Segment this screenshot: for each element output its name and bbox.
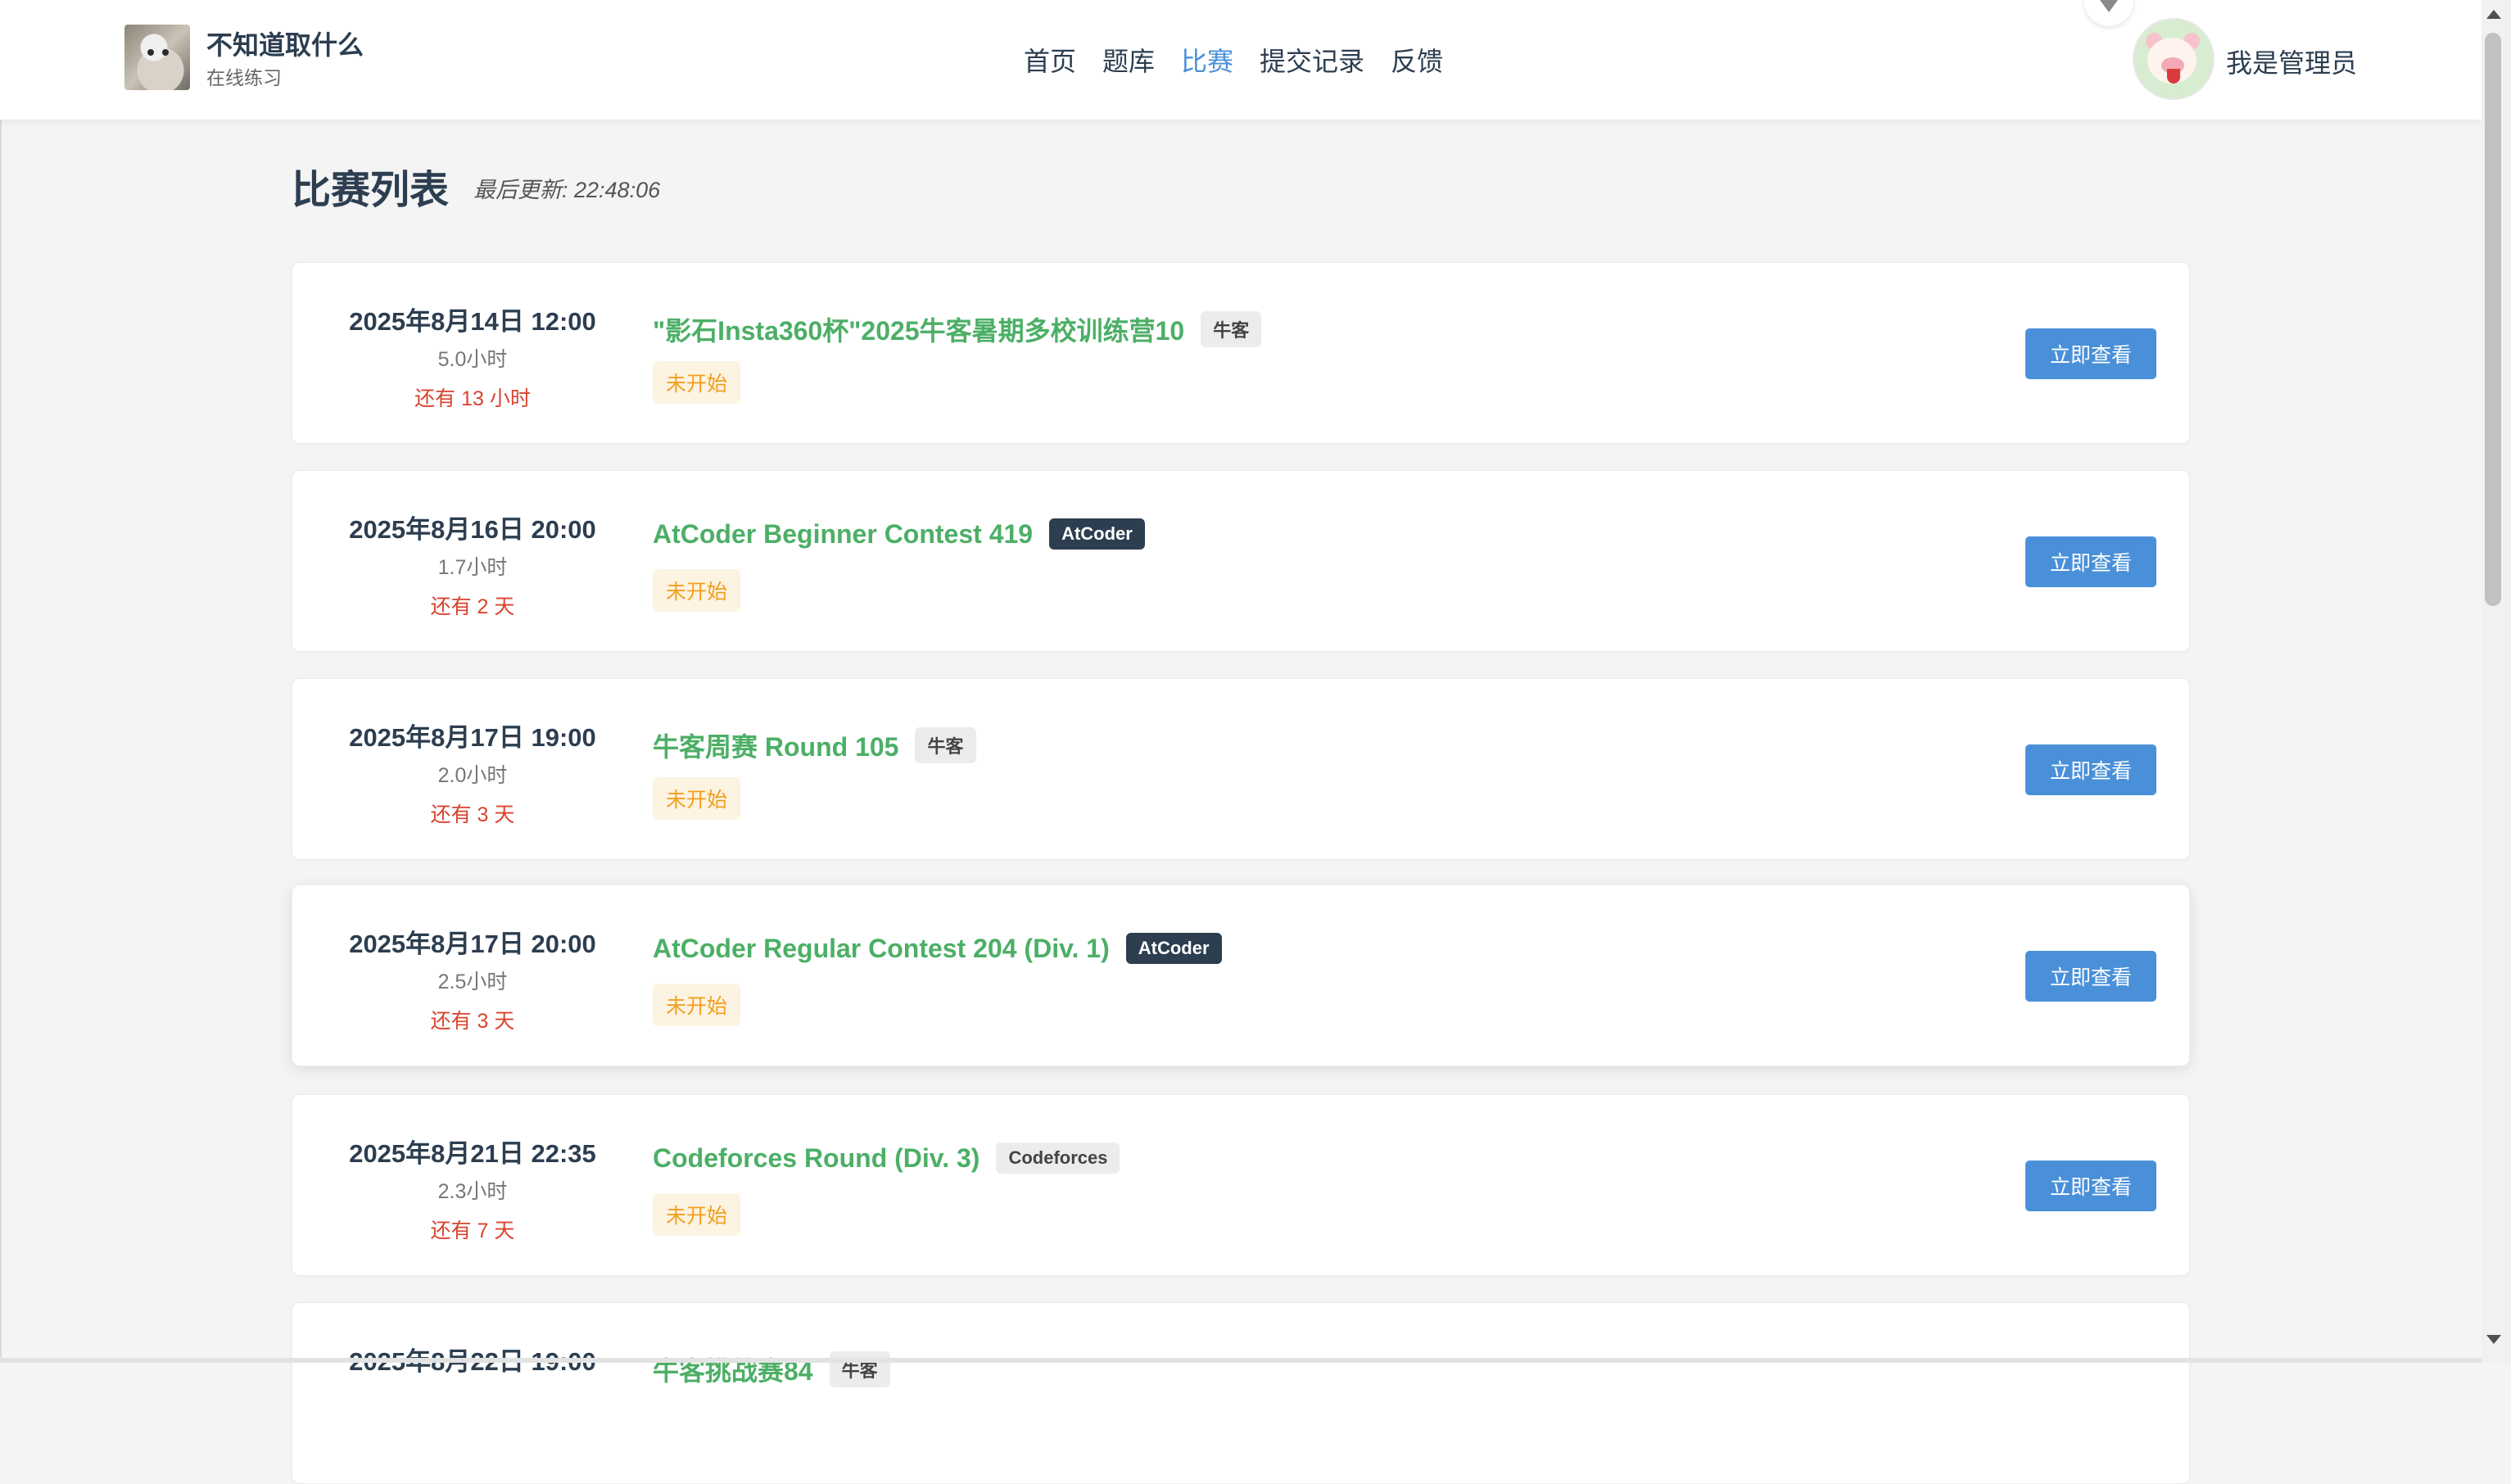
contest-title-row: 牛客周赛 Round 105 牛客 bbox=[653, 726, 976, 764]
user-avatar[interactable] bbox=[2133, 18, 2215, 100]
status-badge: 未开始 bbox=[653, 361, 741, 404]
view-contest-button[interactable]: 立即查看 bbox=[2025, 951, 2156, 1002]
site-logo[interactable] bbox=[124, 25, 190, 90]
contest-time: 2025年8月16日 20:00 1.7小时 还有 2 天 bbox=[292, 471, 653, 651]
contest-countdown: 还有 7 天 bbox=[430, 1219, 515, 1242]
platform-badge: 牛客 bbox=[915, 727, 976, 763]
platform-badge: AtCoder bbox=[1049, 518, 1145, 550]
platform-badge: AtCoder bbox=[1125, 933, 1222, 964]
avatar-tongue bbox=[2167, 69, 2180, 84]
contest-countdown: 还有 3 天 bbox=[430, 1010, 515, 1033]
contest-duration: 5.0小时 bbox=[437, 348, 508, 371]
contest-title-row: AtCoder Beginner Contest 419 AtCoder bbox=[653, 518, 1145, 550]
contest-countdown: 还有 3 天 bbox=[430, 803, 515, 826]
contest-title[interactable]: 牛客挑战赛84 bbox=[653, 1351, 813, 1388]
dropdown-toggle[interactable] bbox=[2084, 0, 2133, 26]
site-subtitle: 在线练习 bbox=[206, 67, 282, 88]
page-title: 比赛列表 bbox=[292, 169, 450, 212]
user-name[interactable]: 我是管理员 bbox=[2226, 43, 2357, 80]
status-badge: 未开始 bbox=[653, 1193, 741, 1236]
contest-title[interactable]: Codeforces Round (Div. 3) bbox=[653, 1143, 980, 1174]
logo-eye bbox=[147, 49, 154, 56]
contest-duration: 2.3小时 bbox=[437, 1180, 508, 1203]
contest-card: 2025年8月16日 20:00 1.7小时 还有 2 天 AtCoder Be… bbox=[292, 470, 2190, 652]
window-bottom-edge bbox=[0, 1358, 2482, 1363]
scroll-down-arrow-icon[interactable] bbox=[2486, 1335, 2501, 1344]
contest-date: 2025年8月17日 19:00 bbox=[349, 723, 596, 752]
view-contest-button[interactable]: 立即查看 bbox=[2025, 328, 2156, 379]
view-contest-button[interactable]: 立即查看 bbox=[2025, 1161, 2156, 1211]
nav-submissions[interactable]: 提交记录 bbox=[1260, 41, 1364, 79]
nav-feedback[interactable]: 反馈 bbox=[1391, 41, 1443, 79]
logo-eye bbox=[162, 49, 169, 56]
status-badge: 未开始 bbox=[653, 777, 741, 820]
status-badge: 未开始 bbox=[653, 984, 741, 1026]
contest-title-row: Codeforces Round (Div. 3) Codeforces bbox=[653, 1142, 1120, 1174]
view-contest-button[interactable]: 立即查看 bbox=[2025, 536, 2156, 587]
contest-title-row: 牛客挑战赛84 牛客 bbox=[653, 1351, 890, 1388]
contest-time: 2025年8月17日 19:00 2.0小时 还有 3 天 bbox=[292, 679, 653, 859]
contest-card: 2025年8月14日 12:00 5.0小时 还有 13 小时 "影石Insta… bbox=[292, 262, 2190, 444]
contest-title[interactable]: AtCoder Regular Contest 204 (Div. 1) bbox=[653, 934, 1110, 964]
contest-duration: 2.0小时 bbox=[437, 764, 508, 787]
chevron-down-icon bbox=[2100, 0, 2118, 12]
contest-card: 2025年8月17日 19:00 2.0小时 还有 3 天 牛客周赛 Round… bbox=[292, 678, 2190, 860]
contest-card: 2025年8月17日 20:00 2.5小时 还有 3 天 AtCoder Re… bbox=[292, 885, 2190, 1066]
contest-countdown: 还有 13 小时 bbox=[414, 387, 531, 410]
contest-duration: 1.7小时 bbox=[437, 556, 508, 579]
platform-badge: 牛客 bbox=[1201, 311, 1262, 347]
status-badge: 未开始 bbox=[653, 569, 741, 612]
contest-time: 2025年8月22日 19:00 bbox=[292, 1303, 653, 1483]
contest-card: 2025年8月22日 19:00 牛客挑战赛84 牛客 bbox=[292, 1302, 2190, 1484]
contest-date: 2025年8月14日 12:00 bbox=[349, 307, 596, 336]
contest-time: 2025年8月21日 22:35 2.3小时 还有 7 天 bbox=[292, 1095, 653, 1275]
last-updated: 最后更新: 22:48:06 bbox=[473, 178, 661, 202]
contest-title-row: "影石Insta360杯"2025牛客暑期多校训练营10 牛客 bbox=[653, 310, 1262, 348]
nav-contests[interactable]: 比赛 bbox=[1181, 41, 1233, 79]
top-navbar: 不知道取什么 在线练习 首页 题库 比赛 提交记录 反馈 我是管理员 bbox=[0, 0, 2482, 120]
nav-problems[interactable]: 题库 bbox=[1102, 41, 1155, 79]
contest-date: 2025年8月17日 20:00 bbox=[349, 930, 596, 958]
contest-card: 2025年8月21日 22:35 2.3小时 还有 7 天 Codeforces… bbox=[292, 1094, 2190, 1276]
contest-title-row: AtCoder Regular Contest 204 (Div. 1) AtC… bbox=[653, 933, 1222, 964]
contest-time: 2025年8月14日 12:00 5.0小时 还有 13 小时 bbox=[292, 263, 653, 443]
scrollbar-thumb[interactable] bbox=[2485, 33, 2501, 606]
contest-title[interactable]: AtCoder Beginner Contest 419 bbox=[653, 519, 1033, 550]
contest-countdown: 还有 2 天 bbox=[430, 595, 515, 618]
view-contest-button[interactable]: 立即查看 bbox=[2025, 744, 2156, 795]
contest-title[interactable]: "影石Insta360杯"2025牛客暑期多校训练营10 bbox=[653, 310, 1184, 348]
site-name[interactable]: 不知道取什么 bbox=[206, 25, 364, 62]
contest-title[interactable]: 牛客周赛 Round 105 bbox=[653, 726, 898, 764]
platform-badge: 牛客 bbox=[829, 1351, 890, 1387]
contest-date: 2025年8月16日 20:00 bbox=[349, 515, 596, 544]
contest-duration: 2.5小时 bbox=[437, 970, 508, 993]
scroll-up-arrow-icon[interactable] bbox=[2486, 10, 2501, 19]
platform-badge: Codeforces bbox=[996, 1142, 1120, 1174]
window-edge bbox=[0, 0, 2, 1363]
main-nav: 首页 题库 比赛 提交记录 反馈 bbox=[1024, 41, 1443, 79]
contest-date: 2025年8月21日 22:35 bbox=[349, 1139, 596, 1168]
contest-time: 2025年8月17日 20:00 2.5小时 还有 3 天 bbox=[292, 885, 653, 1065]
nav-home[interactable]: 首页 bbox=[1024, 41, 1076, 79]
